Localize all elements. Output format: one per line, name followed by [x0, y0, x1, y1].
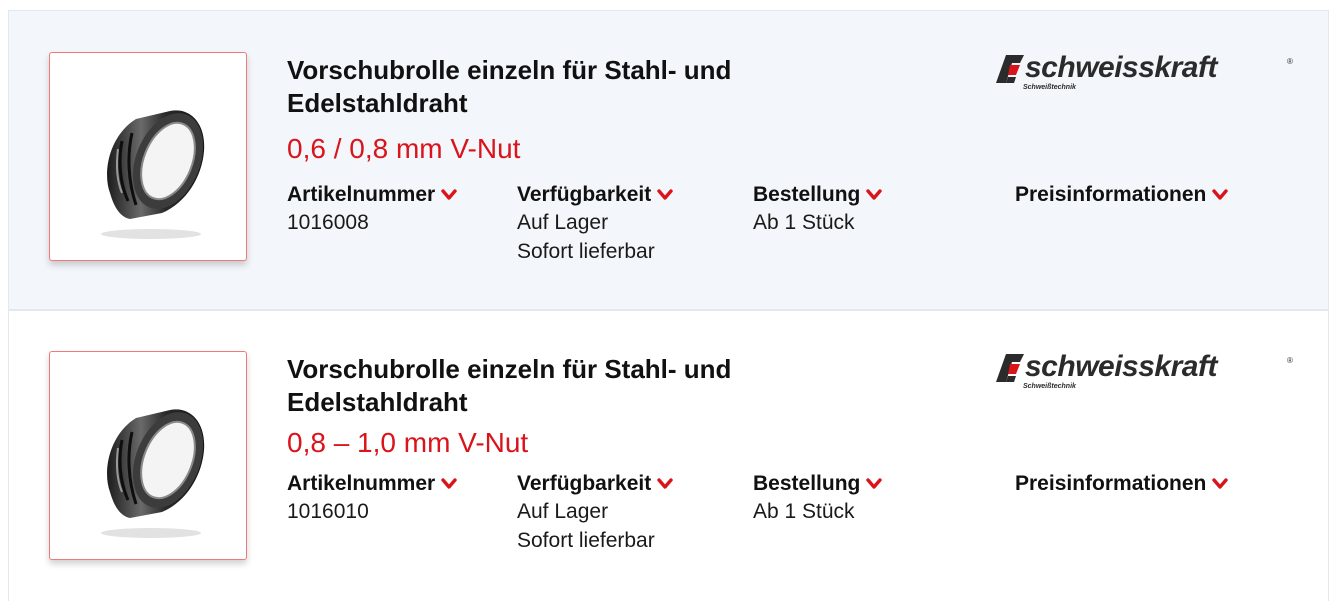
- chevron-down-icon: [866, 478, 883, 489]
- chevron-down-icon: [1212, 478, 1229, 489]
- price-column: Preisinformationen: [1015, 182, 1229, 208]
- price-info-toggle[interactable]: Preisinformationen: [1015, 182, 1229, 208]
- availability-toggle[interactable]: Verfügbarkeit: [517, 471, 673, 497]
- chevron-down-icon: [441, 478, 457, 489]
- brand-registered-mark: ®: [1287, 57, 1293, 66]
- article-number-column: Artikelnummer 1016008: [287, 182, 457, 237]
- price-info-toggle[interactable]: Preisinformationen: [1015, 471, 1229, 497]
- article-number-label: Artikelnummer: [287, 183, 436, 206]
- chevron-down-icon: [1212, 189, 1229, 200]
- order-label: Bestellung: [753, 183, 861, 206]
- availability-stock: Auf Lager: [517, 211, 609, 234]
- order-column: Bestellung Ab 1 Stück: [753, 471, 883, 526]
- order-label: Bestellung: [753, 472, 861, 495]
- availability-stock: Auf Lager: [517, 500, 609, 523]
- order-column: Bestellung Ab 1 Stück: [753, 182, 883, 237]
- order-minimum: Ab 1 Stück: [753, 211, 855, 234]
- feed-roller-image: [101, 409, 205, 538]
- product-card: Vorschubrolle einzeln für Stahl- und Ede…: [8, 10, 1329, 310]
- feed-roller-image: [101, 110, 205, 239]
- price-column: Preisinformationen: [1015, 471, 1229, 497]
- chevron-down-icon: [657, 189, 673, 200]
- price-info-label: Preisinformationen: [1015, 183, 1207, 206]
- brand-registered-mark: ®: [1287, 356, 1293, 365]
- brand-tagline: Schweißtechnik: [1023, 84, 1076, 91]
- brand-name: schweisskraft: [1025, 350, 1217, 383]
- order-toggle[interactable]: Bestellung: [753, 182, 883, 208]
- article-number-toggle[interactable]: Artikelnummer: [287, 471, 457, 497]
- article-number-label: Artikelnummer: [287, 472, 436, 495]
- brand-tagline: Schweißtechnik: [1023, 383, 1076, 390]
- product-subtitle: 0,8 – 1,0 mm V-Nut: [287, 427, 529, 458]
- availability-label: Verfügbarkeit: [517, 472, 652, 495]
- product-title[interactable]: Vorschubrolle einzeln für Stahl- und Ede…: [287, 353, 887, 419]
- article-number-column: Artikelnummer 1016010: [287, 471, 457, 526]
- availability-delivery: Sofort lieferbar: [517, 529, 655, 552]
- article-number-toggle[interactable]: Artikelnummer: [287, 182, 457, 208]
- availability-column: Verfügbarkeit Auf Lager Sofort lieferbar: [517, 471, 673, 555]
- chevron-down-icon: [441, 189, 457, 200]
- brand-mark-icon: [996, 354, 1024, 382]
- product-card: Vorschubrolle einzeln für Stahl- und Ede…: [8, 310, 1329, 601]
- availability-toggle[interactable]: Verfügbarkeit: [517, 182, 673, 208]
- brand-name: schweisskraft: [1025, 51, 1217, 84]
- article-number-value: 1016010: [287, 500, 369, 523]
- brand-mark-icon: [996, 55, 1024, 83]
- availability-label: Verfügbarkeit: [517, 183, 652, 206]
- availability-column: Verfügbarkeit Auf Lager Sofort lieferbar: [517, 182, 673, 266]
- product-subtitle: 0,6 / 0,8 mm V-Nut: [287, 133, 521, 164]
- product-image[interactable]: [49, 351, 247, 560]
- product-image[interactable]: [49, 52, 247, 261]
- brand-logo[interactable]: schweisskraft ® Schweißtechnik: [996, 51, 1301, 101]
- availability-delivery: Sofort lieferbar: [517, 240, 655, 263]
- chevron-down-icon: [866, 189, 883, 200]
- product-title[interactable]: Vorschubrolle einzeln für Stahl- und Ede…: [287, 54, 887, 120]
- brand-logo[interactable]: schweisskraft ® Schweißtechnik: [996, 350, 1301, 400]
- order-minimum: Ab 1 Stück: [753, 500, 855, 523]
- article-number-value: 1016008: [287, 211, 369, 234]
- price-info-label: Preisinformationen: [1015, 472, 1207, 495]
- chevron-down-icon: [657, 478, 673, 489]
- order-toggle[interactable]: Bestellung: [753, 471, 883, 497]
